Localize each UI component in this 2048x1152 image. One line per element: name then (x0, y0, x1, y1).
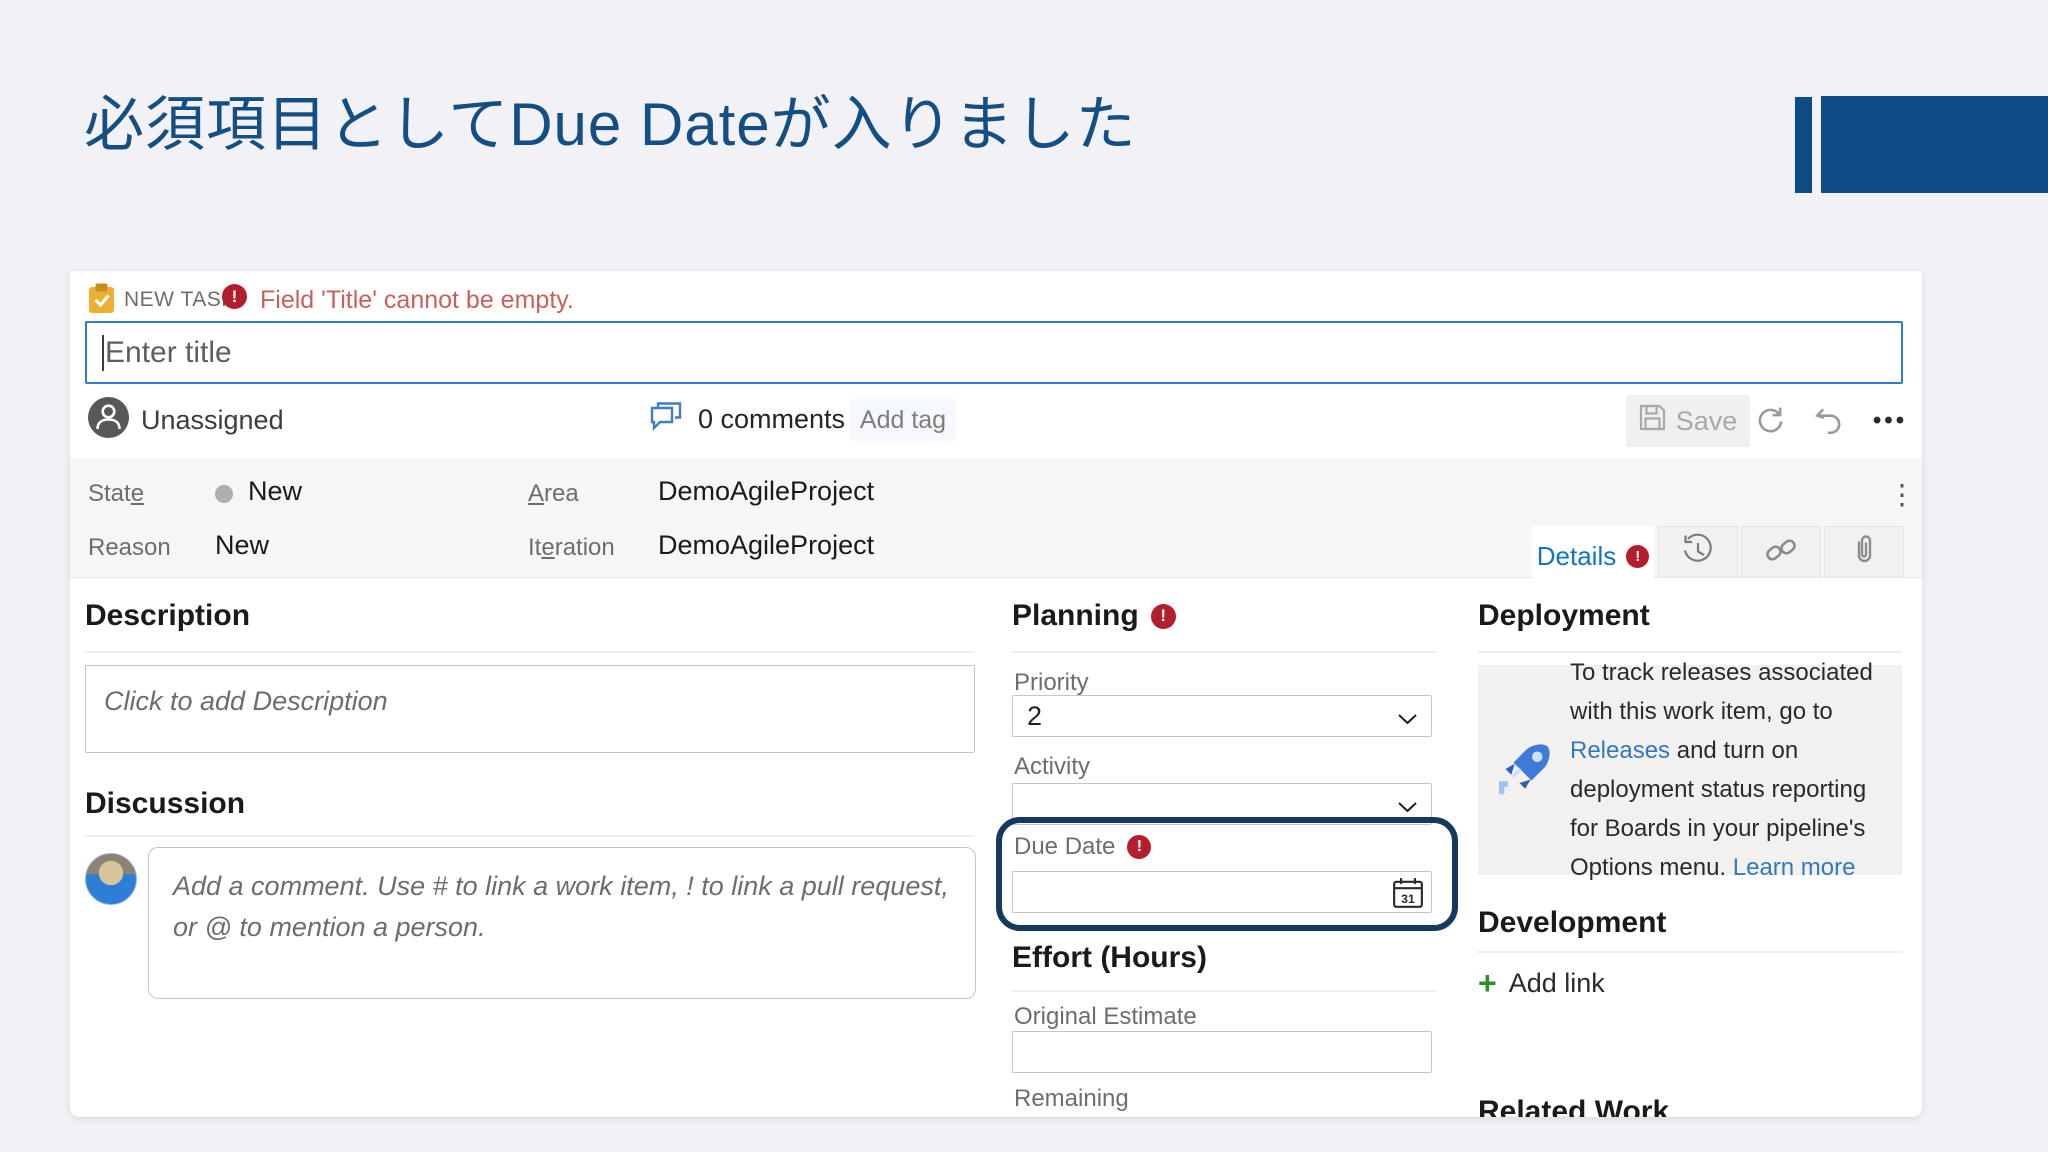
details-tab-label: Details (1536, 540, 1617, 571)
details-error-badge-icon (1626, 544, 1650, 568)
discussion-divider (85, 835, 975, 837)
add-link-button[interactable]: Add link (1478, 967, 1605, 999)
due-date-error-badge-icon (1127, 835, 1152, 859)
state-label: State (88, 480, 145, 507)
iteration-label: Iteration (528, 534, 615, 561)
activity-label: Activity (1014, 753, 1091, 780)
discussion-heading: Discussion (85, 787, 246, 820)
planning-divider (1012, 651, 1436, 653)
tab-links[interactable] (1741, 526, 1821, 578)
strip-more-options-icon[interactable] (1888, 478, 1916, 511)
add-link-label: Add link (1508, 967, 1605, 998)
unassigned-person-icon (88, 397, 129, 443)
save-floppy-icon (1639, 404, 1666, 438)
slide-accent-bar-thin (1795, 97, 1812, 193)
planning-error-badge-icon (1150, 603, 1176, 629)
original-estimate-label: Original Estimate (1014, 1003, 1197, 1030)
calendar-icon[interactable]: 31 (1392, 877, 1424, 914)
work-item-type-label: NEW TASK (124, 288, 236, 311)
due-date-label: Due Date (1014, 833, 1116, 860)
user-avatar (85, 853, 137, 905)
more-actions-button[interactable] (1868, 399, 1912, 443)
deployment-heading: Deployment (1478, 599, 1650, 632)
state-value[interactable]: New (248, 476, 302, 507)
tab-history[interactable] (1658, 526, 1738, 578)
work-item-form: NEW TASK Field 'Title' cannot be empty. … (70, 271, 1922, 1117)
reason-label: Reason (88, 534, 171, 561)
comment-input[interactable]: Add a comment. Use # to link a work item… (148, 847, 976, 999)
deployment-info-panel: To track releases associated with this w… (1478, 659, 1902, 881)
development-heading: Development (1478, 906, 1667, 939)
remaining-label: Remaining (1014, 1085, 1129, 1112)
save-label: Save (1675, 405, 1738, 436)
assignee-picker[interactable]: Unassigned (88, 397, 284, 443)
error-badge-icon (222, 284, 247, 309)
history-icon (1681, 533, 1715, 572)
tab-attachments[interactable] (1824, 526, 1904, 578)
link-icon (1764, 533, 1798, 572)
comment-bubble-icon (648, 401, 684, 438)
development-divider (1478, 951, 1902, 953)
description-divider (85, 651, 975, 653)
validation-error-text: Field 'Title' cannot be empty. (260, 286, 574, 314)
rocket-icon (1478, 740, 1570, 800)
description-heading: Description (85, 599, 251, 632)
state-dot-icon (215, 485, 233, 503)
due-date-input[interactable] (1012, 871, 1432, 913)
assignee-label: Unassigned (141, 404, 284, 435)
calendar-day-text: 31 (1401, 892, 1415, 906)
undo-button[interactable] (1806, 399, 1850, 443)
comments-button[interactable]: 0 comments (648, 401, 845, 438)
area-label: Area (528, 480, 579, 507)
activity-dropdown[interactable] (1012, 783, 1432, 825)
task-type-icon (88, 283, 115, 319)
plus-icon (1478, 967, 1497, 999)
deployment-info-text: To track releases associated with this w… (1570, 659, 1873, 881)
related-work-heading: Related Work (1478, 1095, 1670, 1117)
priority-dropdown[interactable]: 2 (1012, 695, 1432, 737)
effort-heading: Effort (Hours) (1012, 941, 1207, 974)
releases-link[interactable]: Releases (1570, 737, 1670, 764)
comment-placeholder: Add a comment. Use # to link a work item… (173, 871, 949, 942)
description-editor[interactable]: Click to add Description (85, 665, 975, 753)
tab-details[interactable]: Details (1532, 526, 1654, 586)
area-value[interactable]: DemoAgileProject (658, 476, 874, 507)
iteration-value[interactable]: DemoAgileProject (658, 530, 874, 561)
priority-value: 2 (1027, 700, 1043, 731)
priority-label: Priority (1014, 669, 1089, 696)
learn-more-link[interactable]: Learn more (1733, 854, 1856, 881)
original-estimate-input[interactable] (1012, 1031, 1432, 1073)
description-placeholder: Click to add Description (104, 686, 388, 716)
planning-heading: Planning (1012, 599, 1176, 633)
comments-count: 0 comments (698, 404, 846, 434)
paperclip-icon (1847, 533, 1881, 572)
chevron-down-icon (1398, 789, 1417, 820)
title-input[interactable] (85, 321, 1903, 384)
save-button[interactable]: Save (1626, 395, 1750, 447)
refresh-button[interactable] (1748, 399, 1792, 443)
add-tag-button[interactable]: Add tag (850, 399, 956, 441)
reason-value[interactable]: New (215, 530, 269, 561)
slide-accent-bar-wide (1821, 96, 2048, 193)
text-cursor (102, 335, 104, 371)
slide-title: 必須項目としてDue Dateが入りました (84, 91, 1137, 158)
effort-divider (1012, 990, 1436, 992)
chevron-down-icon (1398, 701, 1417, 732)
due-date-label-row: Due Date (1014, 833, 1152, 861)
